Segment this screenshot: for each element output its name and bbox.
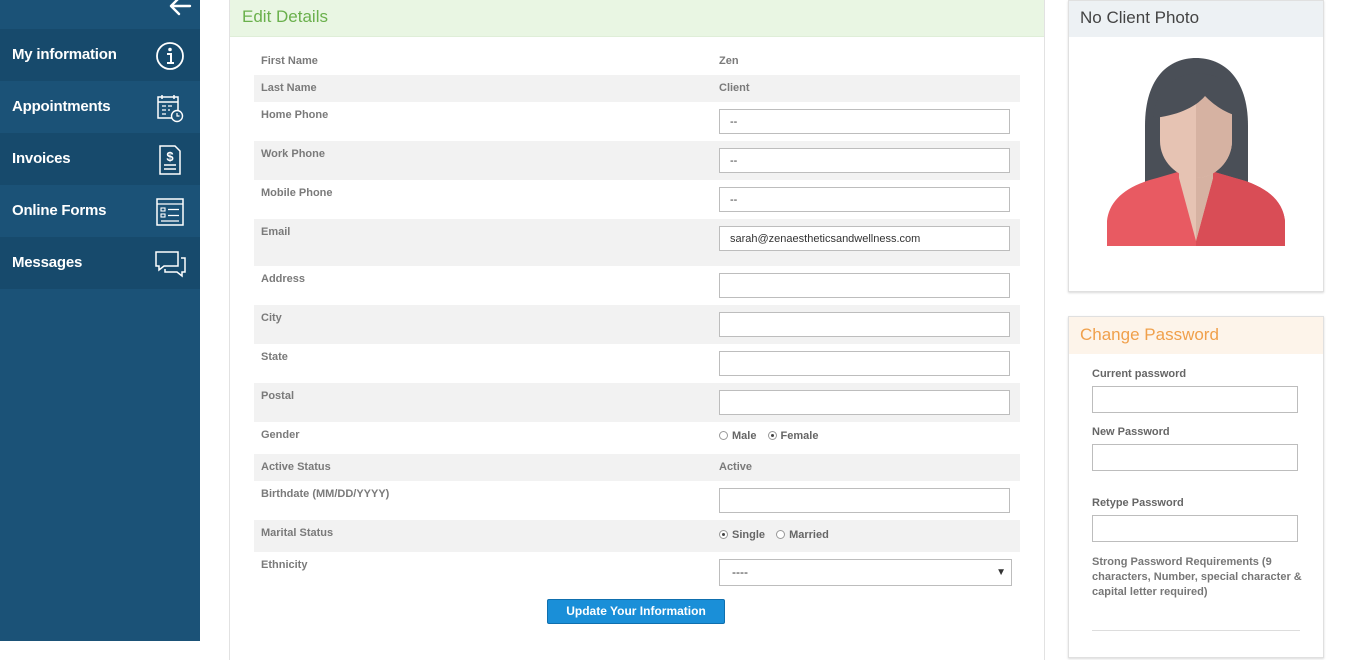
active-status-value: Active xyxy=(719,461,753,473)
postal-row: Postal xyxy=(254,383,1020,422)
address-row: Address xyxy=(254,266,1020,305)
birthdate-row: Birthdate (MM/DD/YYYY) xyxy=(254,481,1020,520)
sidebar-item-label: My information xyxy=(12,46,117,63)
current-password-input[interactable] xyxy=(1092,386,1298,413)
ethnicity-select[interactable]: ---- ▼ xyxy=(719,559,1012,586)
photo-header: No Client Photo xyxy=(1069,1,1323,37)
gender-male-label: Male xyxy=(732,430,757,442)
marital-status-radio-group: Single Married xyxy=(719,529,837,541)
chat-bubbles-icon xyxy=(155,251,186,278)
sidebar-item-online-forms[interactable]: Online Forms xyxy=(0,185,200,237)
retype-password-label: Retype Password xyxy=(1092,497,1184,509)
email-label: Email xyxy=(261,226,291,238)
new-password-input[interactable] xyxy=(1092,444,1298,471)
last-name-label: Last Name xyxy=(261,82,317,94)
sidebar-item-label: Invoices xyxy=(12,150,71,167)
state-row: State xyxy=(254,344,1020,383)
gender-radio-group: Male Female xyxy=(719,430,826,442)
city-label: City xyxy=(261,312,282,324)
marital-single-label: Single xyxy=(732,529,766,541)
marital-single-radio[interactable] xyxy=(719,530,728,539)
update-information-button[interactable]: Update Your Information xyxy=(547,599,725,624)
info-icon xyxy=(156,42,184,70)
gender-female-option[interactable]: Female xyxy=(767,430,819,442)
gender-female-radio[interactable] xyxy=(767,431,777,440)
sidebar-item-label: Online Forms xyxy=(12,202,107,219)
edit-details-header: Edit Details xyxy=(230,0,1044,37)
change-password-panel: Change Password Current password New Pas… xyxy=(1068,316,1324,658)
last-name-value: Client xyxy=(719,82,750,94)
gender-female-label: Female xyxy=(780,430,819,442)
client-photo-panel: No Client Photo xyxy=(1068,0,1324,292)
sidebar: My information Appointments Invoices $ O… xyxy=(0,0,200,641)
last-name-row: Last Name Client xyxy=(254,75,1020,102)
svg-text:$: $ xyxy=(166,149,174,164)
gender-label: Gender xyxy=(261,429,300,441)
ethnicity-label: Ethnicity xyxy=(261,559,308,571)
sidebar-item-my-information[interactable]: My information xyxy=(0,29,200,81)
edit-details-panel: Edit Details First Name Zen Last Name Cl… xyxy=(229,0,1045,660)
mobile-phone-row: Mobile Phone xyxy=(254,180,1020,219)
first-name-row: First Name Zen xyxy=(254,48,1020,75)
sidebar-item-appointments[interactable]: Appointments xyxy=(0,81,200,133)
work-phone-row: Work Phone xyxy=(254,141,1020,180)
sidebar-item-messages[interactable]: Messages xyxy=(0,237,200,289)
divider xyxy=(1092,630,1300,631)
state-input[interactable] xyxy=(719,351,1010,376)
retype-password-input[interactable] xyxy=(1092,515,1298,542)
marital-status-row: Marital Status Single Married xyxy=(254,520,1020,552)
chevron-down-icon: ▼ xyxy=(996,567,1006,578)
mobile-phone-label: Mobile Phone xyxy=(261,187,333,199)
marital-married-option[interactable]: Married xyxy=(776,529,829,541)
female-avatar-icon xyxy=(1107,58,1285,246)
first-name-value: Zen xyxy=(719,55,739,67)
home-phone-input[interactable] xyxy=(719,109,1010,134)
current-password-label: Current password xyxy=(1092,368,1187,380)
email-row: Email xyxy=(254,219,1020,266)
change-password-title: Change Password xyxy=(1080,325,1219,344)
new-password-label: New Password xyxy=(1092,426,1170,438)
postal-input[interactable] xyxy=(719,390,1010,415)
sidebar-item-label: Messages xyxy=(12,254,83,271)
change-password-header: Change Password xyxy=(1069,317,1323,354)
postal-label: Postal xyxy=(261,390,295,402)
gender-male-option[interactable]: Male xyxy=(719,430,756,442)
marital-single-option[interactable]: Single xyxy=(719,529,765,541)
address-label: Address xyxy=(261,273,306,285)
ethnicity-selected-value: ---- xyxy=(732,565,748,579)
calendar-clock-icon xyxy=(157,95,184,123)
city-input[interactable] xyxy=(719,312,1010,337)
work-phone-label: Work Phone xyxy=(261,148,325,160)
form-icon xyxy=(156,198,184,226)
active-status-row: Active Status Active xyxy=(254,454,1020,481)
invoice-dollar-icon: $ xyxy=(159,145,181,175)
edit-details-title: Edit Details xyxy=(242,7,328,26)
birthdate-label: Birthdate (MM/DD/YYYY) xyxy=(261,488,390,500)
home-phone-label: Home Phone xyxy=(261,109,329,121)
active-status-label: Active Status xyxy=(261,461,331,473)
photo-title: No Client Photo xyxy=(1080,8,1200,27)
first-name-label: First Name xyxy=(261,55,318,67)
marital-married-label: Married xyxy=(789,529,829,541)
home-phone-row: Home Phone xyxy=(254,102,1020,141)
state-label: State xyxy=(261,351,288,363)
sidebar-item-label: Appointments xyxy=(12,98,111,115)
gender-male-radio[interactable] xyxy=(719,431,728,440)
work-phone-input[interactable] xyxy=(719,148,1010,173)
password-requirements-text: Strong Password Requirements (9 characte… xyxy=(1092,556,1302,598)
marital-status-label: Marital Status xyxy=(261,527,334,539)
ethnicity-row: Ethnicity ---- ▼ xyxy=(254,552,1020,592)
mobile-phone-input[interactable] xyxy=(719,187,1010,212)
sidebar-item-invoices[interactable]: Invoices $ xyxy=(0,133,200,185)
birthdate-input[interactable] xyxy=(719,488,1010,513)
email-input[interactable] xyxy=(719,226,1010,251)
gender-row: Gender Male Female xyxy=(254,422,1020,454)
city-row: City xyxy=(254,305,1020,344)
arrow-left-icon[interactable] xyxy=(168,0,192,16)
marital-married-radio[interactable] xyxy=(776,530,786,539)
address-input[interactable] xyxy=(719,273,1010,298)
